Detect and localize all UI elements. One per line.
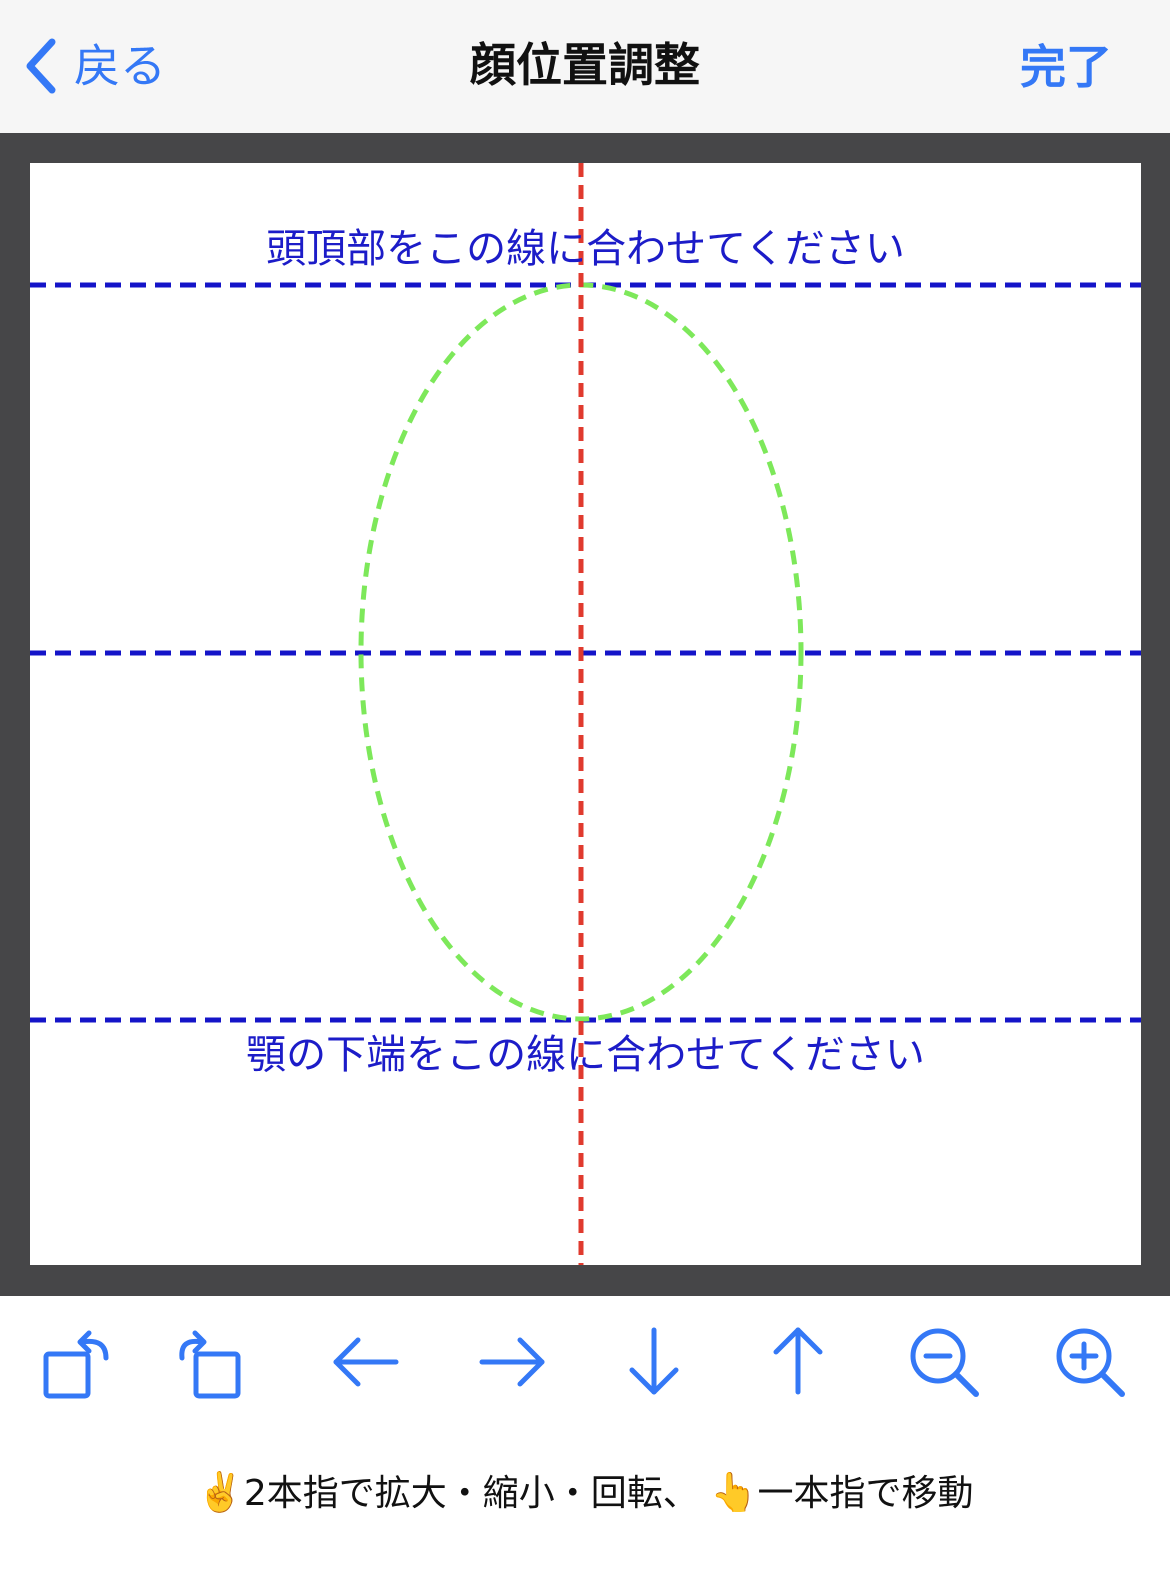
page-title: 顔位置調整 [470,38,700,92]
zoom-in-button[interactable] [1052,1324,1136,1408]
two-finger-hint-text: 2本指で拡大・縮小・回転、 [243,1473,699,1514]
rotate-right-button[interactable] [176,1324,260,1408]
photo-canvas[interactable]: 頭頂部をこの線に合わせてください 顎の下端をこの線に合わせてください [30,163,1141,1265]
one-finger-hint-text: 一本指で移動 [757,1473,974,1514]
arrow-up-icon [773,1327,823,1395]
arrow-down-icon [629,1327,679,1395]
editor-frame: 頭頂部をこの線に合わせてください 顎の下端をこの線に合わせてください [0,133,1170,1296]
move-right-button[interactable] [472,1324,556,1408]
navigation-bar: 戻る 顔位置調整 完了 [0,0,1170,133]
gesture-hint: ✌️2本指で拡大・縮小・回転、 👆一本指で移動 [0,1468,1170,1518]
rotate-left-button[interactable] [34,1324,118,1408]
adjust-toolbar [0,1296,1170,1436]
move-down-button[interactable] [614,1324,698,1408]
zoom-in-icon [1056,1328,1125,1397]
zoom-out-icon [910,1328,979,1397]
done-button[interactable]: 完了 [1020,40,1112,95]
victory-hand-icon: ✌️ [196,1470,244,1514]
move-up-button[interactable] [758,1324,842,1408]
pointing-up-icon: 👆 [710,1470,758,1514]
guide-overlay [30,163,1141,1265]
top-guide-label: 頭頂部をこの線に合わせてください [266,226,905,272]
arrow-right-icon [479,1337,545,1387]
move-left-button[interactable] [326,1324,410,1408]
zoom-out-button[interactable] [906,1324,990,1408]
bottom-guide-label: 顎の下端をこの線に合わせてください [246,1032,925,1078]
rotate-left-icon [43,1330,109,1399]
rotate-right-icon [179,1330,241,1399]
arrow-left-icon [333,1337,399,1387]
